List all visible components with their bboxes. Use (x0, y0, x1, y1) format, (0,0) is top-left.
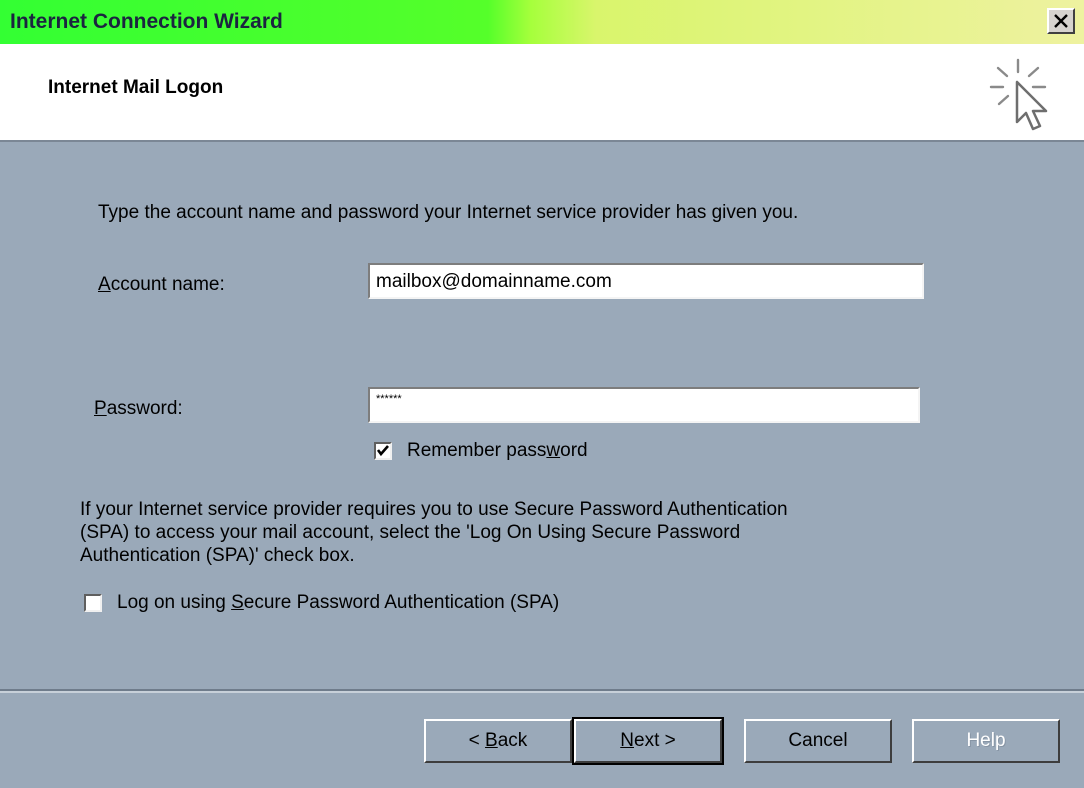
password-field[interactable]: ****** (368, 387, 920, 423)
wizard-cursor-sparkle-icon (989, 58, 1048, 131)
spa-accel: S (231, 592, 244, 613)
password-label-rest: assword: (106, 398, 183, 419)
back-rest: ack (497, 730, 528, 751)
instructions-text: Type the account name and password your … (98, 202, 799, 223)
close-icon (1054, 14, 1068, 28)
footer-divider (0, 689, 1084, 693)
password-label: Password: (94, 398, 183, 420)
close-button[interactable] (1047, 8, 1075, 34)
next-rest: ext > (634, 730, 676, 751)
remember-accel: w (546, 440, 561, 461)
back-button[interactable]: < Back (424, 719, 572, 763)
page-title: Internet Mail Logon (48, 77, 224, 98)
account-name-value: mailbox@domainname.com (376, 271, 612, 292)
account-name-field[interactable]: mailbox@domainname.com (368, 263, 924, 299)
remember-password-label[interactable]: Remember password (407, 440, 588, 462)
remember-label-after: ord (560, 440, 588, 461)
cancel-button[interactable]: Cancel (744, 719, 892, 763)
help-button[interactable]: Help (912, 719, 1060, 763)
spa-info-line-3: Authentication (SPA)' check box. (80, 545, 355, 566)
wizard-header: Internet Mail Logon (0, 44, 1084, 142)
back-prefix: < (468, 730, 486, 751)
password-accel: P (94, 398, 107, 419)
help-label: Help (966, 730, 1006, 751)
account-accel: A (98, 274, 111, 295)
remember-password-checkbox[interactable] (374, 442, 392, 460)
account-name-label: Account name: (98, 274, 225, 296)
title-bar[interactable]: Internet Connection Wizard (0, 0, 1084, 44)
next-button[interactable]: Next > (572, 717, 724, 765)
spa-info-line-2: (SPA) to access your mail account, selec… (80, 522, 741, 543)
remember-label-before: Remember pass (407, 440, 547, 461)
account-label-rest: ccount name: (110, 274, 225, 295)
password-masked-value: ****** (376, 393, 402, 405)
window-title: Internet Connection Wizard (10, 10, 283, 33)
spa-label-before: Log on using (117, 592, 232, 613)
spa-label-after: ecure Password Authentication (SPA) (243, 592, 560, 613)
checkmark-icon (376, 445, 389, 457)
spa-checkbox[interactable] (84, 594, 102, 612)
wizard-window: Internet Connection Wizard Internet Mail… (0, 0, 1084, 788)
spa-info-line-1: If your Internet service provider requir… (80, 499, 788, 520)
next-accel: N (620, 730, 634, 751)
cancel-label: Cancel (788, 730, 848, 751)
back-accel: B (485, 730, 498, 751)
spa-checkbox-label[interactable]: Log on using Secure Password Authenticat… (117, 592, 559, 614)
